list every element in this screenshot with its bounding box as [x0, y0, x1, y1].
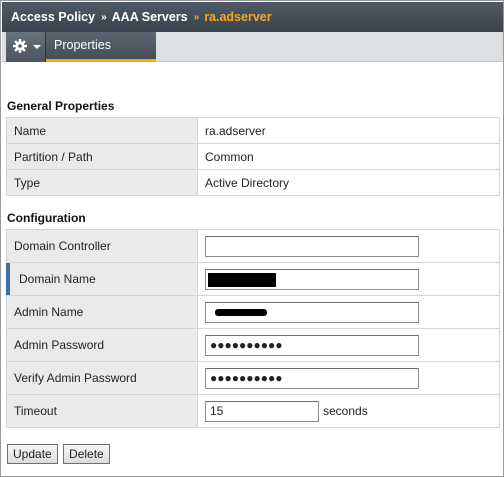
table-row: Admin Password: [6, 328, 500, 362]
domain-controller-cell: [197, 229, 500, 263]
timeout-cell: seconds: [197, 394, 500, 428]
domain-controller-input[interactable]: [205, 235, 419, 257]
breadcrumb-current: ra.adserver: [204, 10, 272, 24]
title-bar: Access Policy » AAA Servers » ra.adserver: [2, 2, 503, 32]
tab-properties-label: Properties: [54, 38, 111, 52]
type-label: Type: [6, 169, 198, 196]
breadcrumb-aaa-servers[interactable]: AAA Servers: [112, 10, 188, 24]
timeout-unit: seconds: [323, 404, 368, 418]
breadcrumb: Access Policy » AAA Servers » ra.adserver: [11, 10, 272, 24]
redaction-mark: [208, 272, 276, 287]
active-tab-indicator: [46, 59, 156, 62]
table-row: Domain Controller: [6, 229, 500, 263]
admin-name-cell: [197, 295, 500, 329]
general-properties-table: Name ra.adserver Partition / Path Common…: [6, 117, 500, 196]
partition-label: Partition / Path: [6, 143, 198, 170]
domain-controller-label: Domain Controller: [6, 229, 198, 263]
table-row: Timeout seconds: [6, 394, 500, 428]
type-value: Active Directory: [197, 169, 500, 196]
form-actions: Update Delete: [7, 444, 112, 464]
table-row: Domain Name: [6, 262, 500, 296]
timeout-label: Timeout: [6, 394, 198, 428]
admin-name-label: Admin Name: [6, 295, 198, 329]
table-row: Name ra.adserver: [6, 117, 500, 144]
admin-password-cell: [197, 328, 500, 362]
domain-name-cell: [197, 262, 500, 296]
update-button[interactable]: Update: [7, 444, 58, 464]
redaction-mark: [215, 308, 267, 316]
general-properties-heading: General Properties: [7, 99, 115, 113]
tab-properties[interactable]: Properties: [46, 32, 156, 62]
verify-password-cell: [197, 361, 500, 395]
table-row: Type Active Directory: [6, 169, 500, 196]
table-row: Verify Admin Password: [6, 361, 500, 395]
admin-password-label: Admin Password: [6, 328, 198, 362]
domain-name-wrap: [205, 268, 419, 290]
configuration-heading: Configuration: [7, 211, 86, 225]
tab-bar: Properties: [2, 32, 503, 62]
delete-button[interactable]: Delete: [63, 444, 110, 464]
admin-name-wrap: [205, 301, 419, 323]
breadcrumb-access-policy[interactable]: Access Policy: [11, 10, 95, 24]
domain-name-label: Domain Name: [19, 272, 96, 286]
verify-password-label: Verify Admin Password: [6, 361, 198, 395]
breadcrumb-separator: »: [193, 12, 200, 23]
table-row: Admin Name: [6, 295, 500, 329]
timeout-input[interactable]: [205, 400, 319, 422]
configuration-table: Domain Controller Domain Name Admin Name: [6, 229, 500, 428]
verify-password-input[interactable]: [205, 367, 419, 389]
name-value: ra.adserver: [197, 117, 500, 144]
table-row: Partition / Path Common: [6, 143, 500, 170]
settings-menu-button[interactable]: [6, 32, 46, 62]
breadcrumb-separator: »: [101, 12, 107, 23]
name-label: Name: [6, 117, 198, 144]
gear-icon: [13, 39, 27, 53]
partition-value: Common: [197, 143, 500, 170]
domain-name-label-cell: Domain Name: [6, 262, 198, 296]
properties-panel: Access Policy » AAA Servers » ra.adserver: [0, 0, 504, 477]
chevron-down-icon: [33, 45, 41, 49]
admin-password-input[interactable]: [205, 334, 419, 356]
